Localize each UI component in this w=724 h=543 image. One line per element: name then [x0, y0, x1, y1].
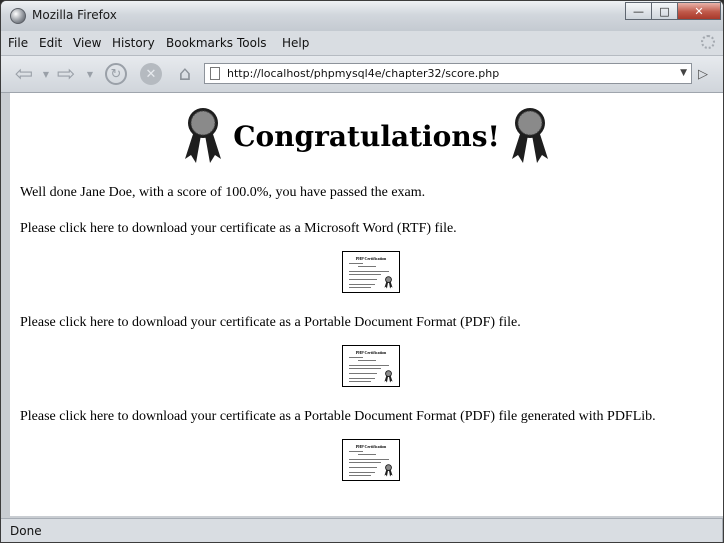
menu-edit[interactable]: Edit	[39, 36, 62, 50]
navigation-toolbar: ⇦ ▼ ⇨ ▼ ↻ ✕ ⌂ http://localhost/phpmysql4…	[1, 56, 723, 93]
menu-help[interactable]: Help	[282, 36, 309, 50]
menu-bookmarks[interactable]: Bookmarks	[166, 36, 233, 50]
forward-button[interactable]: ⇨	[51, 61, 81, 87]
reload-button[interactable]: ↻	[105, 63, 127, 85]
menu-history[interactable]: History	[112, 36, 155, 50]
close-icon: ✕	[694, 4, 704, 18]
page-icon	[210, 67, 220, 80]
page-content: Congratulations! Well done Jane Doe, wit…	[10, 93, 723, 516]
close-button[interactable]: ✕	[677, 2, 721, 20]
pdflib-download-link[interactable]: Please click here to download your certi…	[20, 409, 656, 425]
maximize-button[interactable]: □	[651, 2, 678, 20]
back-button[interactable]: ⇦	[8, 61, 40, 87]
menu-tools[interactable]: Tools	[237, 36, 267, 50]
firefox-icon	[10, 8, 26, 24]
home-button[interactable]: ⌂	[173, 61, 197, 85]
resize-grip[interactable]	[722, 519, 723, 542]
activity-throbber-icon	[701, 35, 715, 49]
minimize-button[interactable]: —	[625, 2, 652, 20]
chevron-down-icon: ▼	[42, 69, 50, 79]
url-bar[interactable]: http://localhost/phpmysql4e/chapter32/sc…	[204, 63, 692, 84]
stop-icon: ✕	[145, 66, 157, 82]
page-heading: Congratulations!	[10, 107, 723, 165]
stop-button[interactable]: ✕	[140, 63, 162, 85]
status-text: Done	[10, 524, 42, 538]
chevron-down-icon: ▼	[86, 69, 94, 79]
pdf-certificate-thumbnail[interactable]: PHP Certification	[342, 345, 400, 387]
maximize-icon: □	[659, 4, 670, 18]
back-history-dropdown[interactable]: ▼	[41, 67, 51, 81]
menu-bar: File Edit View History Bookmarks Tools H…	[1, 31, 723, 56]
browser-window: Mozilla Firefox — □ ✕ File Edit View His…	[0, 0, 724, 543]
mini-rosette-icon	[384, 464, 393, 477]
certificate-thumbnail-title: PHP Certification	[355, 444, 387, 449]
certificate-thumbnail-title: PHP Certification	[355, 350, 387, 355]
mini-rosette-icon	[384, 276, 393, 289]
rtf-certificate-thumbnail[interactable]: PHP Certification	[342, 251, 400, 293]
back-arrow-icon: ⇦	[14, 61, 34, 87]
pdflib-certificate-thumbnail[interactable]: PHP Certification	[342, 439, 400, 481]
pdf-download-link[interactable]: Please click here to download your certi…	[20, 315, 521, 331]
rosette-icon	[511, 108, 548, 163]
certificate-thumbnail-title: PHP Certification	[355, 256, 387, 261]
status-bar: Done	[1, 518, 723, 542]
home-icon: ⌂	[178, 61, 192, 85]
mini-rosette-icon	[384, 370, 393, 383]
score-message: Well done Jane Doe, with a score of 100.…	[20, 185, 426, 200]
minimize-icon: —	[633, 4, 644, 18]
menu-file[interactable]: File	[8, 36, 28, 50]
forward-arrow-icon: ⇨	[56, 61, 76, 87]
title-bar[interactable]: Mozilla Firefox — □ ✕	[1, 1, 723, 31]
window-controls: — □ ✕	[625, 2, 721, 20]
window-title: Mozilla Firefox	[32, 8, 117, 22]
menu-view[interactable]: View	[73, 36, 101, 50]
reload-icon: ↻	[110, 66, 122, 82]
url-text[interactable]: http://localhost/phpmysql4e/chapter32/sc…	[227, 67, 499, 80]
rosette-icon	[185, 108, 222, 163]
congratulations-title: Congratulations!	[233, 119, 500, 153]
rtf-download-link[interactable]: Please click here to download your certi…	[20, 221, 457, 237]
go-arrow-icon[interactable]: ▷	[698, 67, 708, 82]
forward-history-dropdown[interactable]: ▼	[85, 67, 95, 81]
url-dropdown-icon[interactable]: ▼	[680, 68, 687, 78]
